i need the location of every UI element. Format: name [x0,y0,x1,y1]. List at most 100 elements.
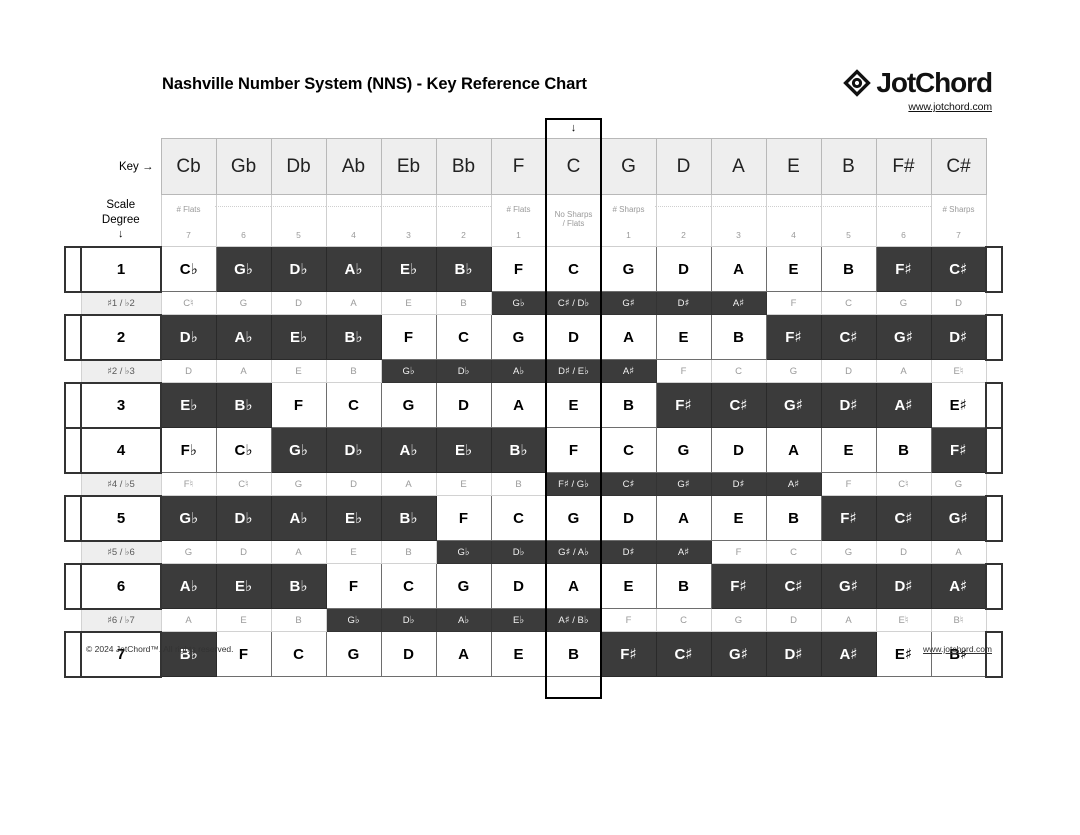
chromatic-cell[interactable]: D [765,608,822,632]
chromatic-cell[interactable]: C [820,291,877,315]
chromatic-cell[interactable]: G♭ [490,291,547,315]
chromatic-cell[interactable]: A♯ [765,472,822,496]
chord-cell[interactable]: C [270,631,327,677]
chord-cell[interactable]: A [710,246,767,292]
chord-cell[interactable]: E [655,314,712,360]
chromatic-cell[interactable]: A♯ [710,291,767,315]
chromatic-cell[interactable]: B [270,608,327,632]
chord-cell[interactable]: F [270,382,327,428]
key-header-Cflat[interactable]: Cb [160,138,217,195]
chromatic-cell[interactable]: D♯ / E♭ [545,359,602,383]
chord-cell[interactable]: D♯ [820,382,877,428]
chord-cell[interactable]: B [820,246,877,292]
chord-cell[interactable]: F♯ [820,495,877,541]
chord-cell[interactable]: E♭ [380,246,437,292]
chromatic-cell[interactable]: G♭ [380,359,437,383]
chromatic-cell[interactable]: C♮ [875,472,932,496]
chromatic-cell[interactable]: C♮ [160,291,217,315]
key-header-Dflat[interactable]: Db [270,138,327,195]
chromatic-cell[interactable]: D [215,540,272,564]
chord-cell[interactable]: G [600,246,657,292]
chord-cell[interactable]: B♭ [160,631,217,677]
chord-cell[interactable]: G [325,631,382,677]
chromatic-cell[interactable]: A♭ [490,359,547,383]
chord-cell[interactable]: D♭ [270,246,327,292]
chromatic-cell[interactable]: G [930,472,987,496]
chromatic-cell[interactable]: G♯ [600,291,657,315]
chord-cell[interactable]: E♭ [435,427,492,473]
chord-cell[interactable]: C♯ [710,382,767,428]
chord-cell[interactable]: A♯ [820,631,877,677]
chord-cell[interactable]: G♭ [270,427,327,473]
chord-cell[interactable]: D [600,495,657,541]
key-header-B[interactable]: B [820,138,877,195]
chromatic-cell[interactable]: G [765,359,822,383]
chord-cell[interactable]: F [380,314,437,360]
chromatic-cell[interactable]: C♯ / D♭ [545,291,602,315]
chord-cell[interactable]: A [490,382,547,428]
chord-cell[interactable]: F♯ [600,631,657,677]
chord-cell[interactable]: F♯ [930,427,987,473]
chord-cell[interactable]: C [380,563,437,609]
chromatic-cell[interactable]: B♮ [930,608,987,632]
chromatic-cell[interactable]: F♯ / G♭ [545,472,602,496]
chord-cell[interactable]: B♭ [435,246,492,292]
chromatic-cell[interactable]: A [160,608,217,632]
chord-cell[interactable]: F♯ [765,314,822,360]
key-header-Eflat[interactable]: Eb [380,138,437,195]
chord-cell[interactable]: E [820,427,877,473]
chord-cell[interactable]: G [655,427,712,473]
chromatic-cell[interactable]: G♭ [435,540,492,564]
chord-cell[interactable]: A♭ [270,495,327,541]
chord-cell[interactable]: D♭ [325,427,382,473]
chord-cell[interactable]: C [435,314,492,360]
chord-cell[interactable]: C♯ [765,563,822,609]
chromatic-cell[interactable]: E [380,291,437,315]
chord-cell[interactable]: D [710,427,767,473]
footer-url[interactable]: www.jotchord.com [923,644,992,654]
chord-cell[interactable]: C [545,246,602,292]
chromatic-cell[interactable]: D♯ [710,472,767,496]
chord-cell[interactable]: A♯ [930,563,987,609]
chord-cell[interactable]: B♭ [270,563,327,609]
chromatic-cell[interactable]: A [875,359,932,383]
chord-cell[interactable]: G♯ [765,382,822,428]
chord-cell[interactable]: F [435,495,492,541]
chord-cell[interactable]: F♯ [655,382,712,428]
chord-cell[interactable]: E [490,631,547,677]
chord-cell[interactable]: D♯ [875,563,932,609]
chord-cell[interactable]: G [490,314,547,360]
chromatic-cell[interactable]: C [655,608,712,632]
chromatic-cell[interactable]: D [930,291,987,315]
chromatic-cell[interactable]: D [325,472,382,496]
chord-cell[interactable]: G [545,495,602,541]
chromatic-cell[interactable]: A [930,540,987,564]
chromatic-cell[interactable]: A♯ / B♭ [545,608,602,632]
key-header-Gflat[interactable]: Gb [215,138,272,195]
chord-cell[interactable]: D♭ [160,314,217,360]
chord-cell[interactable]: E♭ [215,563,272,609]
chord-cell[interactable]: G♭ [215,246,272,292]
chord-cell[interactable]: B♭ [490,427,547,473]
chord-cell[interactable]: E♭ [270,314,327,360]
chromatic-cell[interactable]: A [325,291,382,315]
chromatic-cell[interactable]: D♭ [490,540,547,564]
chord-cell[interactable]: B [875,427,932,473]
chord-cell[interactable]: E [765,246,822,292]
chord-cell[interactable]: A♭ [215,314,272,360]
chord-cell[interactable]: G♯ [820,563,877,609]
chromatic-cell[interactable]: F [765,291,822,315]
chromatic-cell[interactable]: G [820,540,877,564]
chord-cell[interactable]: A [435,631,492,677]
chromatic-cell[interactable]: B [490,472,547,496]
chord-cell[interactable]: F [325,563,382,609]
chord-cell[interactable]: A♭ [160,563,217,609]
chromatic-cell[interactable]: D♭ [380,608,437,632]
chromatic-cell[interactable]: E♭ [490,608,547,632]
chord-cell[interactable]: E [710,495,767,541]
chromatic-cell[interactable]: D [875,540,932,564]
chord-cell[interactable]: E♯ [930,382,987,428]
chromatic-cell[interactable]: E♮ [930,359,987,383]
chord-cell[interactable]: A [655,495,712,541]
chromatic-cell[interactable]: C♯ [600,472,657,496]
